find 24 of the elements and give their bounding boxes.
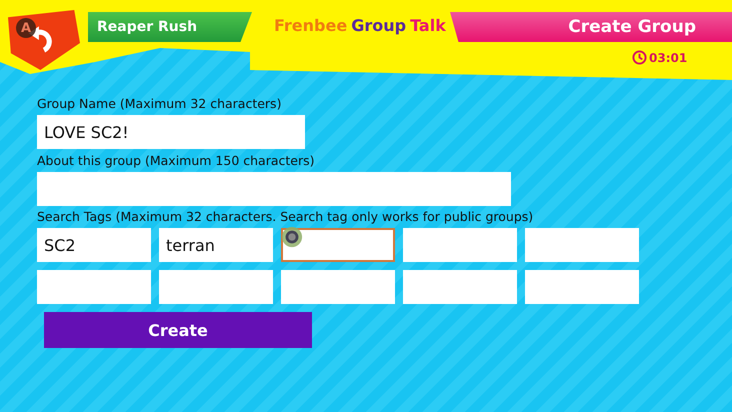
field-label: Search Tags (Maximum 32 characters. Search tag only works for public groups) (37, 209, 534, 224)
logo-text: Group (351, 16, 406, 35)
group-name-field[interactable]: LOVE SC2! (37, 115, 305, 149)
tag-field[interactable] (525, 228, 639, 262)
cursor-icon (281, 226, 303, 248)
logo-text: Talk (410, 16, 446, 35)
timer-text: 03:01 (649, 50, 688, 64)
tag-field[interactable] (159, 270, 273, 304)
tag-field[interactable]: SC2 (37, 228, 151, 262)
clock-icon (632, 50, 647, 65)
tag-field[interactable] (281, 228, 395, 262)
tag-field[interactable] (281, 270, 395, 304)
logo-text: Frenbee (274, 16, 348, 35)
screen-title: Create Group (568, 17, 696, 37)
create-button[interactable]: Create (44, 312, 312, 348)
tag-field[interactable] (37, 270, 151, 304)
tag-field[interactable] (403, 228, 517, 262)
game-title: Reaper Rush (97, 19, 198, 35)
field-label: About this group (Maximum 150 characters) (37, 153, 315, 168)
tag-field[interactable]: terran (159, 228, 273, 262)
tag-field[interactable] (403, 270, 517, 304)
field-label: Group Name (Maximum 32 characters) (37, 96, 282, 111)
about-field[interactable] (37, 172, 511, 206)
tag-field[interactable] (525, 270, 639, 304)
